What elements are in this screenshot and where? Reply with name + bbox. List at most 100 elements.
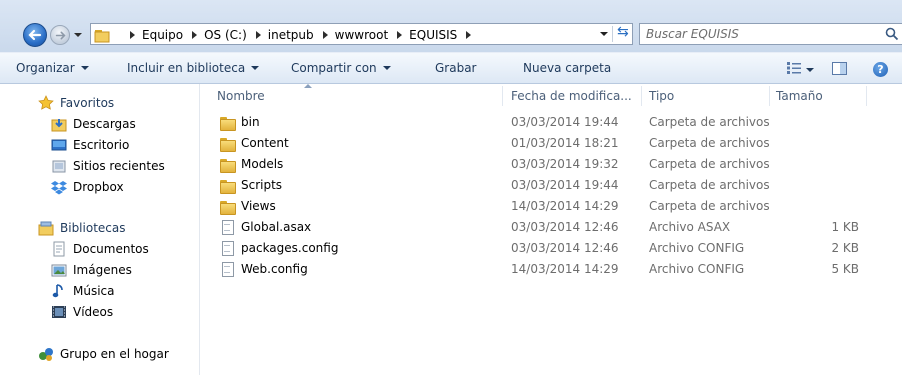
file-name: Content bbox=[241, 136, 289, 150]
file-row-views[interactable]: Views 14/03/2014 14:29 Carpeta de archiv… bbox=[211, 196, 891, 217]
search-icon[interactable] bbox=[885, 27, 899, 41]
nav-item-label: Documentos bbox=[73, 242, 149, 256]
column-divider[interactable] bbox=[502, 86, 503, 106]
file-name: Global.asax bbox=[241, 220, 312, 234]
nav-item-musica[interactable]: Música bbox=[51, 282, 115, 300]
file-type: Carpeta de archivos bbox=[649, 178, 770, 192]
breadcrumb-item-equipo[interactable]: Equipo bbox=[142, 28, 183, 42]
desktop-icon bbox=[51, 139, 67, 151]
file-name: Web.config bbox=[241, 262, 308, 276]
file-type: Archivo CONFIG bbox=[649, 241, 745, 255]
folder-icon bbox=[94, 30, 110, 43]
file-list: Nombre Fecha de modifica... Tipo Tamaño … bbox=[201, 84, 902, 375]
pictures-icon bbox=[51, 264, 67, 277]
folder-icon bbox=[219, 114, 236, 131]
burn-button[interactable]: Grabar bbox=[435, 61, 477, 75]
help-icon[interactable]: ? bbox=[873, 62, 888, 77]
nav-item-label: Dropbox bbox=[73, 180, 124, 194]
chevron-right-icon[interactable] bbox=[397, 31, 403, 39]
file-date: 03/03/2014 19:44 bbox=[511, 178, 619, 192]
view-options-dropdown[interactable] bbox=[806, 68, 814, 72]
column-header-name[interactable]: Nombre bbox=[217, 89, 265, 103]
chevron-right-icon[interactable] bbox=[255, 31, 261, 39]
search-input[interactable] bbox=[646, 27, 866, 41]
file-row-scripts[interactable]: Scripts 03/03/2014 19:44 Carpeta de arch… bbox=[211, 175, 891, 196]
file-type: Archivo CONFIG bbox=[649, 262, 745, 276]
breadcrumb: Equipo OS (C:) inetpub wwwroot EQUISIS bbox=[121, 27, 478, 43]
chevron-right-icon[interactable] bbox=[466, 31, 472, 39]
address-field[interactable]: Equipo OS (C:) inetpub wwwroot EQUISIS ⇆ bbox=[90, 23, 633, 45]
file-icon bbox=[219, 240, 235, 256]
column-header-type[interactable]: Tipo bbox=[649, 89, 674, 103]
refresh-button[interactable]: ⇆ bbox=[612, 24, 632, 42]
share-label: Compartir con bbox=[291, 61, 377, 75]
refresh-icon: ⇆ bbox=[617, 24, 629, 40]
videos-icon bbox=[52, 306, 66, 318]
nav-libraries-header[interactable]: Bibliotecas bbox=[38, 219, 125, 237]
new-folder-button[interactable]: Nueva carpeta bbox=[523, 61, 611, 75]
file-row-content[interactable]: Content 01/03/2014 18:21 Carpeta de arch… bbox=[211, 133, 891, 154]
breadcrumb-item-wwwroot[interactable]: wwwroot bbox=[335, 28, 389, 42]
nav-item-imagenes[interactable]: Imágenes bbox=[51, 261, 132, 279]
forward-button[interactable] bbox=[50, 25, 70, 45]
command-bar: Organizar Incluir en biblioteca Comparti… bbox=[0, 52, 902, 84]
address-bar: Equipo OS (C:) inetpub wwwroot EQUISIS ⇆ bbox=[0, 0, 902, 52]
organize-label: Organizar bbox=[16, 61, 75, 75]
column-divider[interactable] bbox=[769, 86, 770, 106]
nav-item-escritorio[interactable]: Escritorio bbox=[51, 136, 129, 154]
file-size: 1 KB bbox=[831, 220, 859, 234]
file-date: 03/03/2014 12:46 bbox=[511, 241, 619, 255]
breadcrumb-item-inetpub[interactable]: inetpub bbox=[268, 28, 314, 42]
breadcrumb-item-equisis[interactable]: EQUISIS bbox=[409, 28, 457, 42]
nav-item-dropbox[interactable]: Dropbox bbox=[51, 178, 124, 196]
folder-icon bbox=[219, 177, 236, 194]
nav-item-videos[interactable]: Vídeos bbox=[51, 303, 113, 321]
file-row-packages-config[interactable]: packages.config 03/03/2014 12:46 Archivo… bbox=[211, 238, 891, 259]
share-button[interactable]: Compartir con bbox=[291, 61, 391, 75]
nav-item-documentos[interactable]: Documentos bbox=[51, 240, 149, 258]
preview-pane-icon[interactable] bbox=[832, 62, 847, 75]
back-button[interactable] bbox=[23, 23, 47, 47]
nav-homegroup[interactable]: Grupo en el hogar bbox=[38, 345, 169, 363]
breadcrumb-item-os-c[interactable]: OS (C:) bbox=[204, 28, 247, 42]
music-icon bbox=[52, 284, 63, 298]
file-icon bbox=[219, 261, 235, 277]
chevron-right-icon[interactable] bbox=[130, 31, 135, 39]
file-date: 01/03/2014 18:21 bbox=[511, 136, 619, 150]
downloads-folder-icon bbox=[51, 119, 67, 132]
address-history-dropdown[interactable] bbox=[600, 32, 608, 36]
chevron-right-icon[interactable] bbox=[192, 31, 198, 39]
file-row-web-config[interactable]: Web.config 14/03/2014 14:29 Archivo CONF… bbox=[211, 259, 891, 280]
column-divider[interactable] bbox=[641, 86, 642, 106]
documents-icon bbox=[53, 241, 65, 257]
nav-item-sitios-recientes[interactable]: Sitios recientes bbox=[51, 157, 165, 175]
arrow-right-icon bbox=[55, 31, 66, 40]
recent-places-icon bbox=[52, 160, 66, 173]
column-header-size[interactable]: Tamaño bbox=[776, 89, 823, 103]
file-date: 14/03/2014 14:29 bbox=[511, 199, 619, 213]
file-row-models[interactable]: Models 03/03/2014 19:32 Carpeta de archi… bbox=[211, 154, 891, 175]
burn-label: Grabar bbox=[435, 61, 477, 75]
nav-favorites-header[interactable]: Favoritos bbox=[38, 94, 114, 112]
chevron-right-icon[interactable] bbox=[322, 31, 328, 39]
file-row-global-asax[interactable]: Global.asax 03/03/2014 12:46 Archivo ASA… bbox=[211, 217, 891, 238]
column-header-date[interactable]: Fecha de modifica... bbox=[511, 89, 632, 103]
include-library-button[interactable]: Incluir en biblioteca bbox=[127, 61, 260, 75]
nav-favorites-label: Favoritos bbox=[60, 96, 115, 110]
nav-item-label: Descargas bbox=[73, 117, 136, 131]
file-name: Views bbox=[241, 199, 276, 213]
nav-item-descargas[interactable]: Descargas bbox=[51, 115, 136, 133]
view-options-icon[interactable] bbox=[787, 62, 801, 74]
file-type: Carpeta de archivos bbox=[649, 199, 770, 213]
nav-item-label: Música bbox=[73, 284, 115, 298]
file-row-bin[interactable]: bin 03/03/2014 19:44 Carpeta de archivos bbox=[211, 112, 891, 133]
recent-pages-dropdown[interactable] bbox=[73, 30, 83, 40]
organize-button[interactable]: Organizar bbox=[16, 61, 89, 75]
column-divider[interactable] bbox=[866, 86, 867, 106]
nav-item-label: Escritorio bbox=[73, 138, 130, 152]
chevron-down-icon bbox=[382, 66, 391, 70]
file-type: Carpeta de archivos bbox=[649, 157, 770, 171]
nav-homegroup-label: Grupo en el hogar bbox=[60, 347, 169, 361]
file-date: 03/03/2014 19:32 bbox=[511, 157, 619, 171]
search-box[interactable] bbox=[639, 23, 902, 45]
